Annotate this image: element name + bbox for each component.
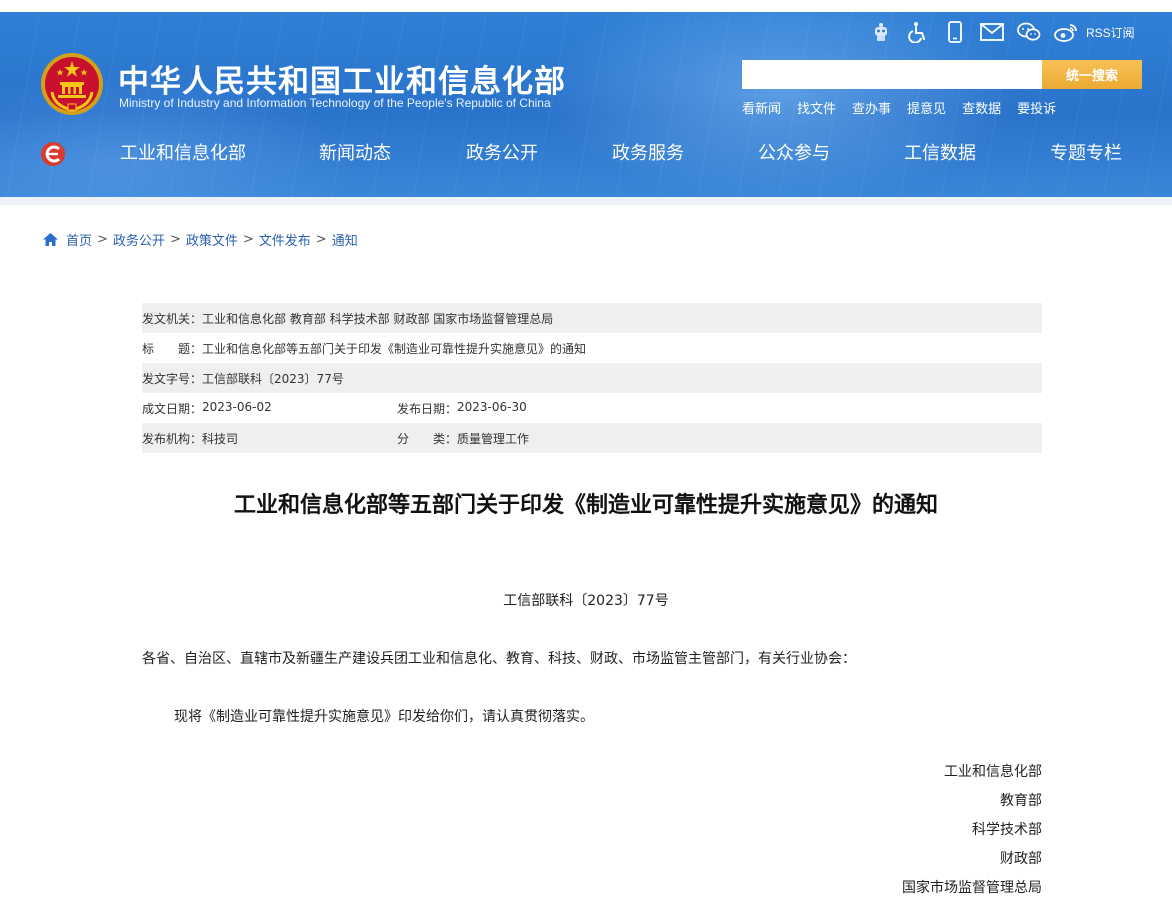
- meta-label-docno: 发文字号：: [142, 371, 203, 386]
- nav-item-news[interactable]: 新闻动态: [319, 139, 391, 169]
- mobile-icon[interactable]: [942, 19, 968, 45]
- meta-label-created: 成文日期：: [142, 401, 203, 416]
- quick-link-data[interactable]: 查数据: [962, 98, 1001, 117]
- document-meta-table: 发文机关： 工业和信息化部 教育部 科学技术部 财政部 国家市场监督管理总局 标…: [142, 303, 1042, 453]
- top-icon-bar: RSS订阅: [868, 19, 1135, 45]
- article-body: 现将《制造业可靠性提升实施意见》印发给你们，请认真贯彻落实。: [174, 709, 594, 725]
- national-emblem-icon[interactable]: [40, 52, 104, 116]
- meta-row-issuer: 发文机关： 工业和信息化部 教育部 科学技术部 财政部 国家市场监督管理总局: [142, 303, 1042, 333]
- article-doc-number: 工信部联科〔2023〕77号: [503, 593, 669, 609]
- quick-links: 看新闻 找文件 查办事 提意见 查数据 要投诉: [742, 98, 1072, 117]
- meta-row-title: 标 题： 工业和信息化部等五部门关于印发《制造业可靠性提升实施意见》的通知: [142, 333, 1042, 363]
- mail-icon[interactable]: [979, 19, 1005, 45]
- meta-value-title: 工业和信息化部等五部门关于印发《制造业可靠性提升实施意见》的通知: [202, 341, 587, 356]
- breadcrumb-separator: >: [169, 232, 181, 247]
- breadcrumb-separator: >: [242, 232, 254, 247]
- home-icon[interactable]: [42, 232, 59, 247]
- quick-link-complaint[interactable]: 要投诉: [1017, 98, 1056, 117]
- header-divider: [0, 197, 1172, 205]
- meta-row-org: 发布机构： 科技司 分 类： 质量管理工作: [142, 423, 1042, 453]
- meta-value-category: 质量管理工作: [457, 431, 530, 446]
- signer: 工业和信息化部: [944, 764, 1042, 780]
- article-signers: 工业和信息化部 教育部 科学技术部 财政部 国家市场监督管理总局: [902, 762, 1042, 907]
- meta-value-docno: 工信部联科〔2023〕77号: [202, 371, 344, 386]
- nav-item-topics[interactable]: 专题专栏: [1050, 139, 1122, 169]
- meta-row-docno: 发文字号： 工信部联科〔2023〕77号: [142, 363, 1042, 393]
- article-title: 工业和信息化部等五部门关于印发《制造业可靠性提升实施意见》的通知: [233, 493, 938, 518]
- signer: 财政部: [1000, 851, 1042, 867]
- site-subtitle: Ministry of Industry and Information Tec…: [119, 96, 551, 110]
- signer: 科学技术部: [972, 822, 1042, 838]
- robot-icon[interactable]: [868, 19, 894, 45]
- meta-label-category: 分 类：: [397, 431, 458, 446]
- breadcrumb-home[interactable]: 首页: [66, 230, 92, 249]
- meta-value-created: 2023-06-02: [202, 399, 272, 414]
- site-title[interactable]: 中华人民共和国工业和信息化部: [118, 56, 566, 101]
- rss-subscribe-link[interactable]: RSS订阅: [1086, 24, 1135, 41]
- quick-link-news[interactable]: 看新闻: [742, 98, 781, 117]
- breadcrumb-notice[interactable]: 通知: [332, 230, 358, 249]
- meta-value-issuer: 工业和信息化部 教育部 科学技术部 财政部 国家市场监督管理总局: [202, 311, 554, 326]
- meta-label-org: 发布机构：: [142, 431, 203, 446]
- breadcrumb-separator: >: [315, 232, 327, 247]
- search-button[interactable]: 统一搜索: [1042, 60, 1142, 89]
- breadcrumb-policy-files[interactable]: 政策文件: [186, 230, 238, 249]
- nav-item-data[interactable]: 工信数据: [904, 139, 976, 169]
- quick-link-services[interactable]: 查办事: [852, 98, 891, 117]
- breadcrumb-gov-affairs[interactable]: 政务公开: [113, 230, 165, 249]
- signer: 教育部: [1000, 793, 1042, 809]
- nav-item-services[interactable]: 政务服务: [612, 139, 684, 169]
- breadcrumb-file-release[interactable]: 文件发布: [259, 230, 311, 249]
- meta-row-dates: 成文日期： 2023-06-02 发布日期： 2023-06-30: [142, 393, 1042, 423]
- wechat-icon[interactable]: [1016, 19, 1042, 45]
- signer: 国家市场监督管理总局: [902, 880, 1042, 896]
- nav-item-gov-affairs[interactable]: 政务公开: [466, 139, 538, 169]
- breadcrumb: 首页 > 政务公开 > 政策文件 > 文件发布 > 通知: [42, 230, 358, 249]
- quick-link-files[interactable]: 找文件: [797, 98, 836, 117]
- main-nav: 工业和信息化部 新闻动态 政务公开 政务服务 公众参与 工信数据 专题专栏: [0, 139, 1172, 169]
- meta-label-published: 发布日期：: [397, 401, 458, 416]
- quick-link-feedback[interactable]: 提意见: [907, 98, 946, 117]
- meta-label-title: 标 题：: [142, 341, 203, 356]
- nav-item-participation[interactable]: 公众参与: [758, 139, 830, 169]
- meta-value-published: 2023-06-30: [457, 399, 527, 414]
- search-input[interactable]: [742, 60, 1042, 89]
- nav-item-ministry[interactable]: 工业和信息化部: [120, 139, 246, 169]
- accessibility-icon[interactable]: [905, 19, 931, 45]
- breadcrumb-separator: >: [97, 232, 108, 247]
- meta-label-issuer: 发文机关：: [142, 311, 203, 326]
- weibo-icon[interactable]: [1053, 19, 1079, 45]
- meta-value-org: 科技司: [202, 431, 239, 446]
- article-salutation: 各省、自治区、直辖市及新疆生产建设兵团工业和信息化、教育、科技、财政、市场监管主…: [142, 651, 856, 667]
